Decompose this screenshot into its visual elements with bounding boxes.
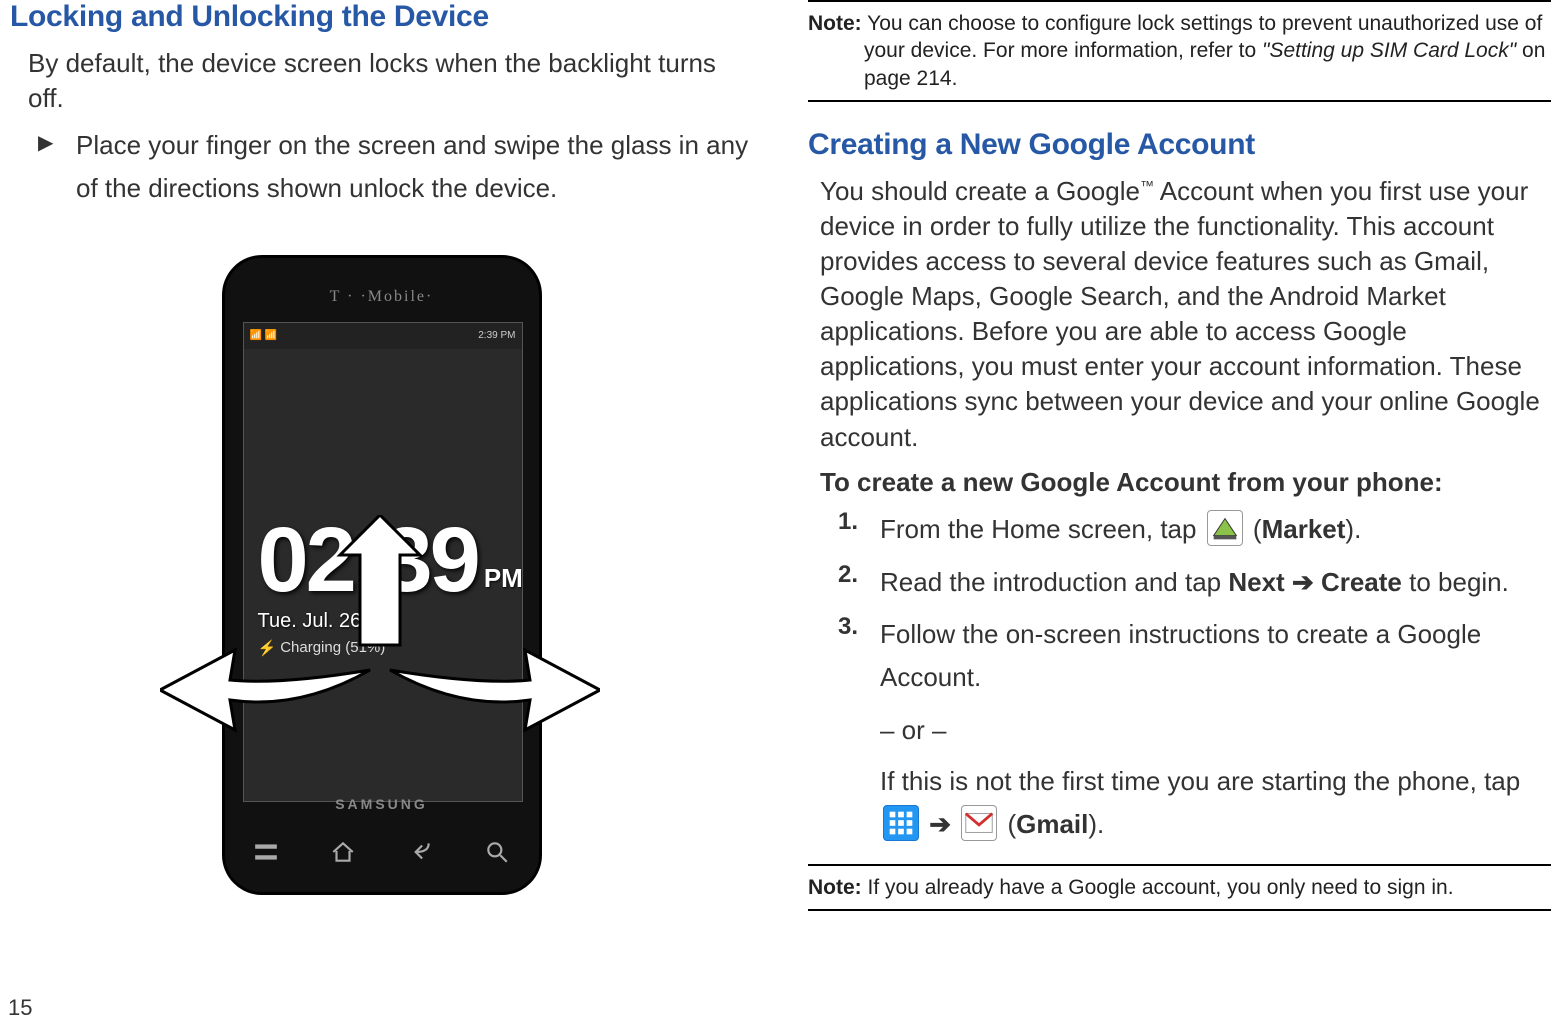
gmail-icon	[961, 805, 997, 841]
trademark-symbol: ™	[1140, 177, 1154, 193]
bullet-marker: ▶	[38, 124, 56, 210]
clock-date: Tue. Jul. 26	[258, 610, 508, 633]
step-1-bold: Market	[1262, 514, 1346, 544]
market-icon	[1207, 510, 1243, 546]
step-1-c: ).	[1345, 514, 1361, 544]
apps-icon	[883, 805, 919, 841]
step-alt-arrow: ➔	[922, 809, 958, 839]
clock-ampm: PM	[484, 563, 523, 602]
heading-lock-unlock: Locking and Unlocking the Device	[10, 0, 753, 34]
note2-label: Note:	[808, 876, 862, 899]
step-2-c: to begin.	[1402, 567, 1509, 597]
status-signal-icon: 📶 📶	[250, 330, 278, 341]
step-1-num: 1.	[838, 508, 862, 551]
home-icon	[330, 839, 356, 870]
step-1-body: From the Home screen, tap (Market).	[880, 508, 1361, 551]
intro-right-a: You should create a Google	[820, 176, 1140, 206]
step-alt: If this is not the first time you are st…	[880, 760, 1551, 846]
subheading-create-account: To create a new Google Account from your…	[820, 467, 1551, 498]
step-2-num: 2.	[838, 561, 862, 604]
bullet-text: Place your finger on the screen and swip…	[76, 124, 753, 210]
step-alt-c: ).	[1088, 809, 1104, 839]
note2-text: If you already have a Google account, yo…	[862, 876, 1454, 899]
intro-left: By default, the device screen locks when…	[28, 46, 753, 116]
step-2-create: Create	[1321, 567, 1402, 597]
step-1-a: From the Home screen, tap	[880, 514, 1204, 544]
clock-time: 02:39	[258, 519, 478, 602]
step-alt-b: (	[1000, 809, 1016, 839]
brand-label: SAMSUNG	[225, 796, 539, 812]
status-time: 2:39 PM	[478, 330, 515, 341]
heading-google-account: Creating a New Google Account	[808, 128, 1551, 162]
step-or: – or –	[880, 709, 1551, 752]
step-3-num: 3.	[838, 613, 862, 699]
note-label: Note:	[808, 12, 862, 35]
intro-right-b: Account when you first use your device i…	[820, 176, 1540, 452]
note-signin: Note: If you already have a Google accou…	[808, 864, 1551, 911]
note-sim-lock: Note: You can choose to configure lock s…	[808, 0, 1551, 102]
intro-right: You should create a Google™ Account when…	[820, 174, 1551, 455]
charging-text: Charging (51%)	[280, 639, 385, 656]
phone-illustration: T · ·Mobile· 📶 📶 2:39 PM 02:39 PM Tue. J…	[10, 255, 753, 895]
search-icon	[484, 839, 510, 870]
step-3-body: Follow the on-screen instructions to cre…	[880, 613, 1551, 699]
step-1-b: (	[1246, 514, 1262, 544]
step-2-arrow: ➔	[1285, 567, 1321, 597]
step-2-a: Read the introduction and tap	[880, 567, 1228, 597]
step-2-body: Read the introduction and tap Next ➔ Cre…	[880, 561, 1509, 604]
charging-icon: ⚡	[258, 639, 277, 657]
back-icon	[407, 839, 433, 870]
carrier-label: T · ·Mobile·	[225, 288, 539, 306]
step-2-next: Next	[1228, 567, 1284, 597]
step-alt-a: If this is not the first time you are st…	[880, 766, 1520, 796]
menu-icon	[253, 839, 279, 870]
step-alt-bold: Gmail	[1016, 809, 1088, 839]
note-ref: "Setting up SIM Card Lock"	[1262, 39, 1522, 62]
page-number: 15	[8, 995, 32, 1021]
